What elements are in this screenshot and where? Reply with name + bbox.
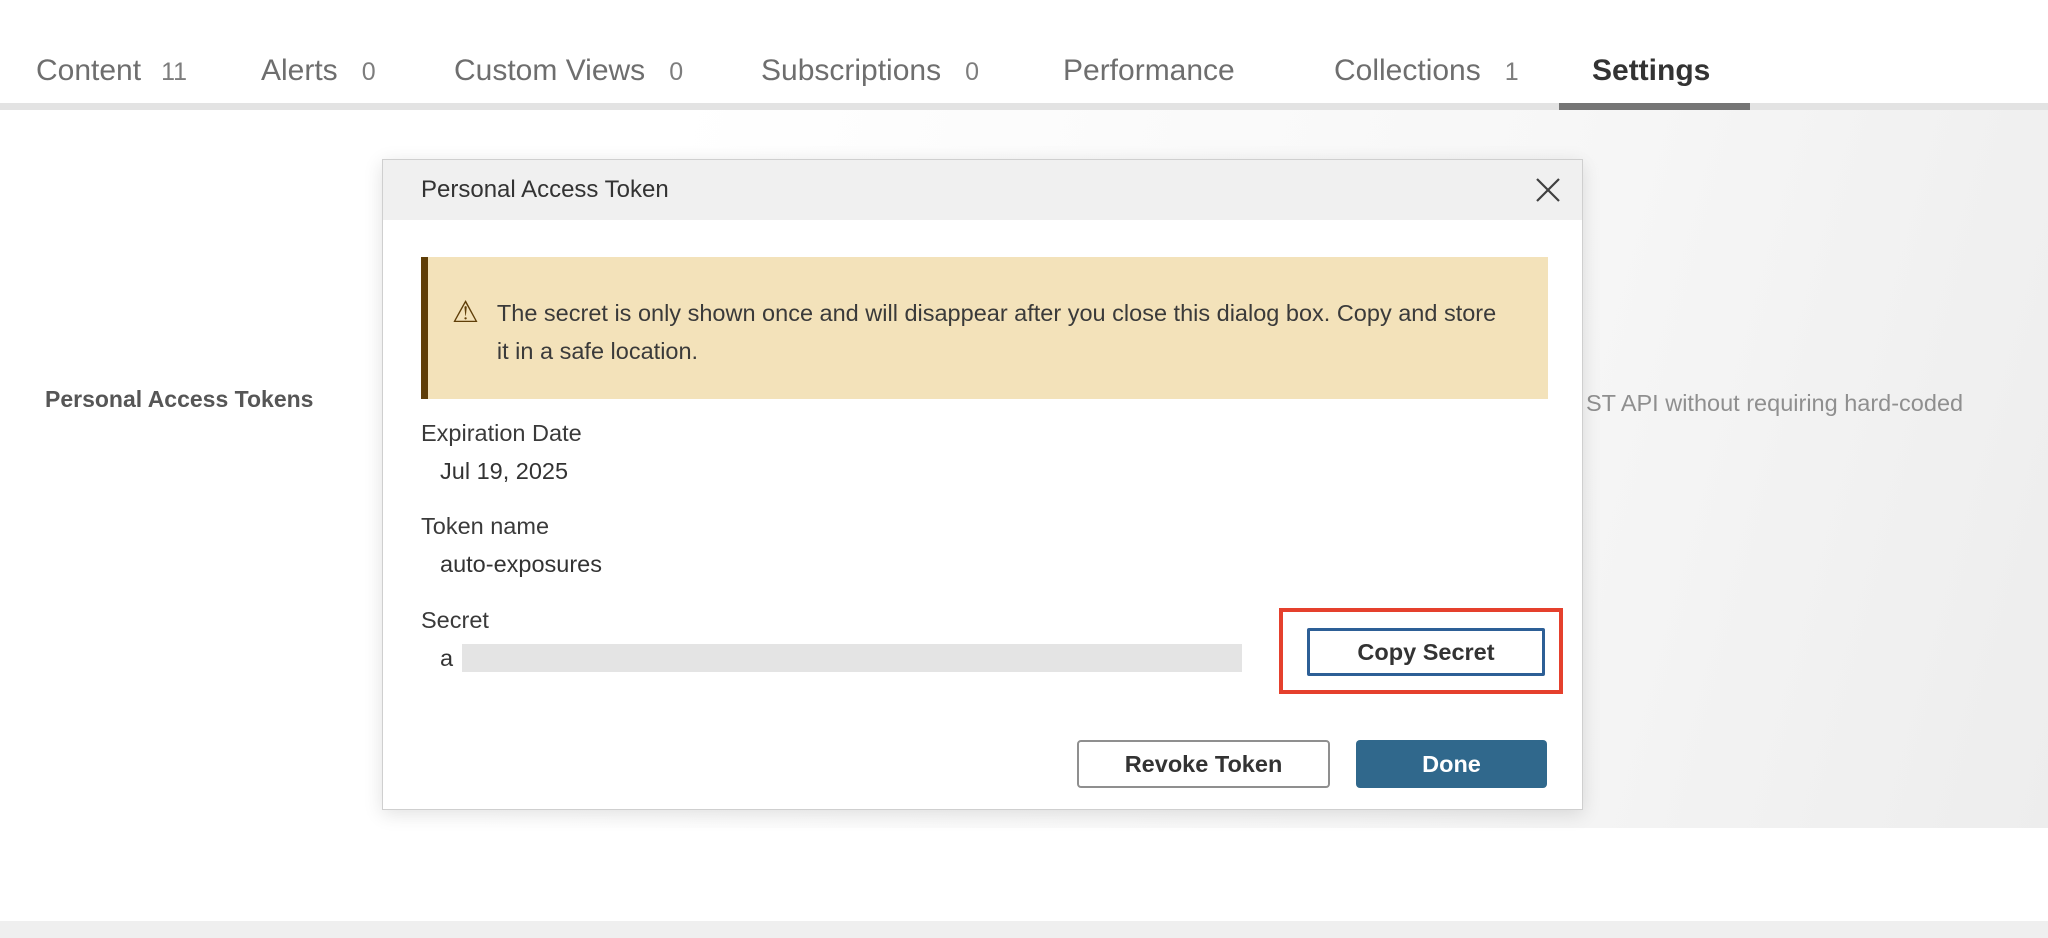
- expiration-date-value: Jul 19, 2025: [440, 458, 568, 485]
- expiration-date-label: Expiration Date: [421, 420, 582, 447]
- tab-alerts[interactable]: Alerts 0: [261, 54, 376, 88]
- done-button[interactable]: Done: [1356, 740, 1547, 788]
- close-icon[interactable]: [1534, 176, 1562, 204]
- secret-warning-banner: ⚠ The secret is only shown once and will…: [421, 257, 1548, 399]
- section-label-personal-access-tokens: Personal Access Tokens: [45, 386, 313, 413]
- warning-message: The secret is only shown once and will d…: [497, 294, 1500, 399]
- tab-settings[interactable]: Settings: [1592, 54, 1710, 88]
- secret-value-row: a: [440, 644, 1242, 672]
- tab-bar: Content 11 Alerts 0 Custom Views 0 Subsc…: [0, 0, 2048, 110]
- page-bottom-strip: [0, 921, 2048, 938]
- tab-label: Collections: [1334, 54, 1481, 88]
- tab-label: Content: [36, 54, 141, 88]
- tab-subscriptions[interactable]: Subscriptions 0: [761, 54, 979, 88]
- tab-count: 11: [161, 58, 187, 87]
- warning-triangle-icon: ⚠: [452, 294, 479, 399]
- tab-custom-views[interactable]: Custom Views 0: [454, 54, 683, 88]
- token-name-label: Token name: [421, 513, 549, 540]
- dialog-title: Personal Access Token: [421, 176, 669, 204]
- tab-label: Alerts: [261, 54, 338, 88]
- token-name-value: auto-exposures: [440, 551, 602, 578]
- tab-count: 0: [965, 58, 979, 87]
- tab-label: Performance: [1063, 54, 1235, 88]
- tab-count: 0: [362, 58, 376, 87]
- tab-label: Custom Views: [454, 54, 645, 88]
- personal-access-token-dialog: Personal Access Token ⚠ The secret is on…: [382, 159, 1583, 810]
- tab-count: 1: [1505, 58, 1519, 87]
- tab-performance[interactable]: Performance: [1063, 54, 1235, 88]
- secret-redacted-bar: [462, 644, 1242, 672]
- copy-secret-button[interactable]: Copy Secret: [1307, 628, 1545, 676]
- section-description-clipped: ST API without requiring hard-coded: [1586, 390, 1963, 417]
- tab-collections[interactable]: Collections 1: [1334, 54, 1519, 88]
- tab-label: Settings: [1592, 54, 1710, 88]
- tab-count: 0: [669, 58, 683, 87]
- revoke-token-button[interactable]: Revoke Token: [1077, 740, 1330, 788]
- dialog-header: Personal Access Token: [383, 160, 1582, 220]
- secret-label: Secret: [421, 607, 489, 634]
- tab-content[interactable]: Content 11: [36, 54, 187, 88]
- tab-label: Subscriptions: [761, 54, 941, 88]
- secret-visible-text: a: [440, 645, 453, 672]
